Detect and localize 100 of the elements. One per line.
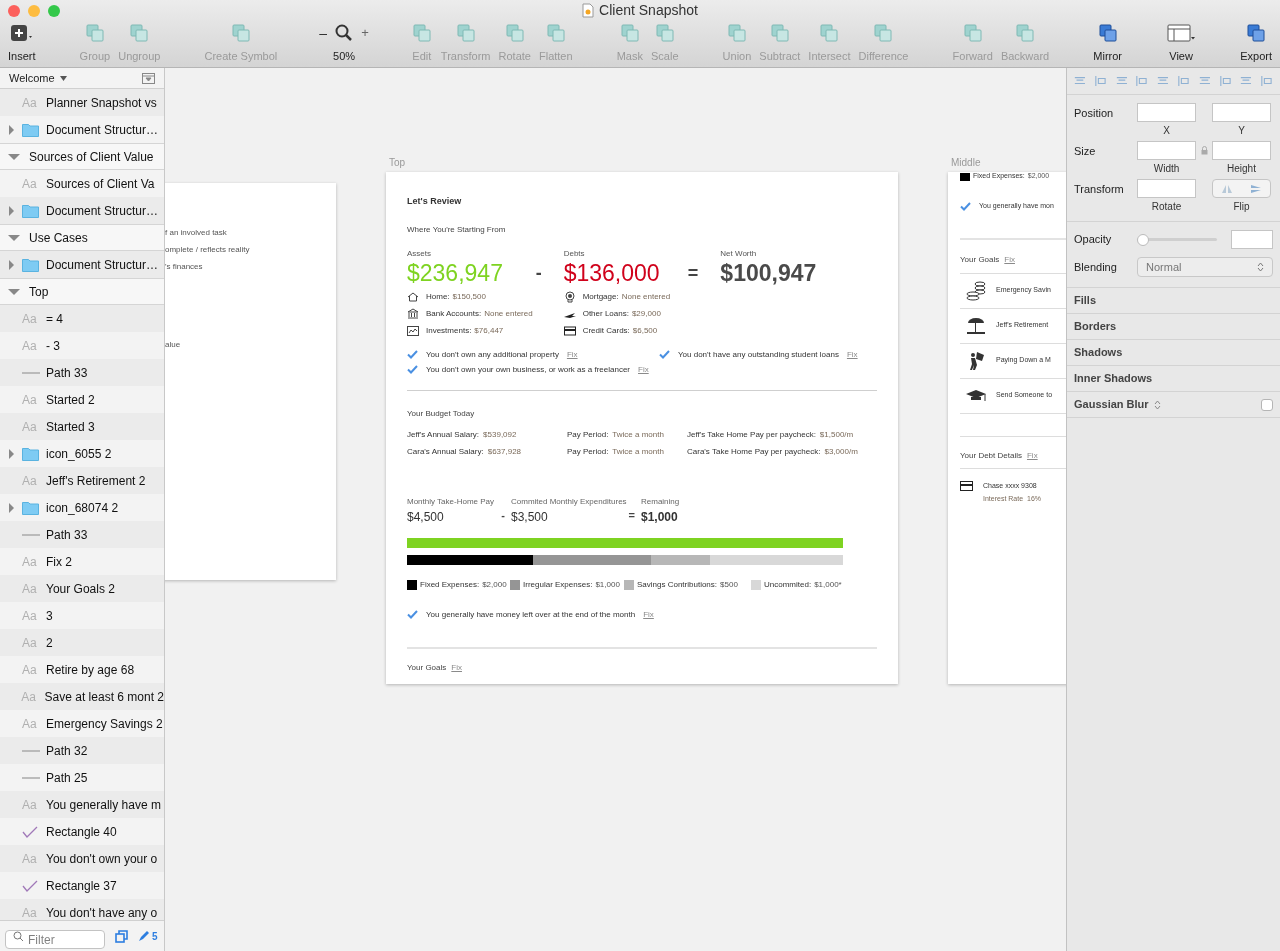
section-heading: Your Goals xyxy=(960,253,1000,266)
layer-row[interactable]: Aa Planner Snapshot vs xyxy=(0,89,164,116)
lock-icon[interactable] xyxy=(1200,146,1208,155)
item-label: Investments: xyxy=(426,324,472,337)
artboard-row[interactable]: Top xyxy=(0,278,164,305)
align-icon[interactable] xyxy=(1094,74,1107,88)
layer-row[interactable]: Path 33 xyxy=(0,521,164,548)
field-caption: Y xyxy=(1238,124,1245,138)
monthly-caption: Commited Monthly Expenditures xyxy=(511,495,627,508)
budget-value: $1,500/m xyxy=(819,428,854,441)
layer-row[interactable]: Aa Your Goals 2 xyxy=(0,575,164,602)
layer-name: Path 32 xyxy=(46,742,88,760)
toolbar-button[interactable]: Export xyxy=(1238,21,1274,65)
check-icon xyxy=(22,879,38,892)
number-field[interactable] xyxy=(1137,141,1196,160)
artboard-row[interactable]: Sources of Client Value xyxy=(0,143,164,170)
section-title[interactable]: Gaussian Blur xyxy=(1074,396,1149,413)
budget-value: $3,000/m xyxy=(824,445,858,458)
layer-row[interactable]: Path 32 xyxy=(0,737,164,764)
check-text: You don't own your own business, or work as a freelancer xyxy=(426,363,630,376)
note-text: alue xyxy=(165,339,182,351)
section-title[interactable]: Inner Shadows xyxy=(1074,370,1153,387)
layer-row[interactable]: Aa Started 3 xyxy=(0,413,164,440)
align-icon[interactable] xyxy=(1219,74,1232,88)
fix-link[interactable]: Fix xyxy=(846,348,858,361)
layer-row[interactable]: Aa 2 xyxy=(0,629,164,656)
collapsed-triangle-icon[interactable] xyxy=(7,501,15,514)
note-text: omplete / reflects reality xyxy=(165,244,251,256)
layer-row[interactable]: Aa You don't have any o xyxy=(0,899,164,920)
layer-row[interactable]: Document Structur… xyxy=(0,251,164,278)
page-selector[interactable]: Welcome xyxy=(9,69,67,87)
fix-link[interactable]: Fix xyxy=(451,661,462,674)
layer-name: 2 xyxy=(46,634,53,652)
stepper-icon xyxy=(1257,262,1264,272)
line-icon xyxy=(22,533,40,536)
number-field[interactable] xyxy=(1212,141,1271,160)
layer-row[interactable]: Path 33 xyxy=(0,359,164,386)
squares-icon xyxy=(768,23,791,43)
toolbar-button[interactable]: View xyxy=(1164,21,1199,65)
expanded-triangle-icon[interactable] xyxy=(7,287,21,296)
collapsed-triangle-icon[interactable] xyxy=(7,204,15,217)
stepper-icon[interactable] xyxy=(1153,399,1161,410)
edit-count: 5 xyxy=(152,929,158,944)
toolbar-button[interactable]: Mirror xyxy=(1091,21,1124,65)
number-field[interactable] xyxy=(1137,179,1196,198)
expanded-triangle-icon[interactable] xyxy=(7,152,21,161)
fix-link[interactable]: Fix xyxy=(643,608,654,621)
number-field[interactable] xyxy=(1137,103,1196,122)
checkbox[interactable] xyxy=(1261,398,1273,411)
fix-link[interactable]: Fix xyxy=(1004,253,1015,266)
item-label: Mortgage: xyxy=(582,290,619,303)
blending-select[interactable]: Normal xyxy=(1137,257,1273,277)
align-icon[interactable] xyxy=(1178,74,1190,88)
zoom-button[interactable] xyxy=(48,4,60,17)
artboard-label: Top xyxy=(389,156,406,170)
property-label: Opacity xyxy=(1074,232,1113,248)
text-layer-glyph: Aa xyxy=(21,688,37,706)
fix-link[interactable]: Fix xyxy=(566,348,578,361)
toolbar-button[interactable]: Insert xyxy=(6,21,38,65)
layer-name: You generally have m xyxy=(46,796,161,814)
item-label: Bank Accounts: xyxy=(426,307,482,320)
align-icon[interactable] xyxy=(1136,74,1149,88)
zoom-in-button[interactable]: + xyxy=(361,23,369,43)
layer-name: Jeff's Retirement 2 xyxy=(46,472,146,490)
monthly-caption: Remaining xyxy=(641,495,680,508)
filter-field[interactable]: Filter xyxy=(5,930,105,949)
expanded-triangle-icon[interactable] xyxy=(7,233,21,242)
text-layer-glyph: Aa xyxy=(22,391,38,409)
fix-link[interactable]: Fix xyxy=(638,363,649,376)
close-button[interactable] xyxy=(8,4,20,17)
pencil-icon[interactable] xyxy=(138,930,150,942)
collapse-icon[interactable] xyxy=(142,72,155,84)
fix-link[interactable]: Fix xyxy=(1026,449,1038,462)
opacity-slider[interactable] xyxy=(1137,233,1217,246)
collapsed-triangle-icon[interactable] xyxy=(7,447,15,460)
collapsed-triangle-icon[interactable] xyxy=(7,123,15,136)
section-title[interactable]: Shadows xyxy=(1074,344,1123,361)
text-layer-glyph: Aa xyxy=(22,661,38,679)
flip-buttons[interactable] xyxy=(1212,179,1271,198)
legend-value: $500 xyxy=(720,578,738,591)
copy-icon[interactable] xyxy=(115,929,128,943)
layer-row[interactable]: Aa Save at least 6 mont 2 xyxy=(0,683,164,710)
opacity-field[interactable] xyxy=(1231,230,1273,249)
align-icon[interactable] xyxy=(1261,74,1273,88)
section-title[interactable]: Fills xyxy=(1074,292,1096,309)
review-title: Let's Review xyxy=(407,195,463,208)
squares-icon xyxy=(961,23,984,43)
minimize-button[interactable] xyxy=(28,4,40,17)
layer-row[interactable]: Aa = 4 xyxy=(0,305,164,332)
section-title[interactable]: Borders xyxy=(1074,318,1117,335)
layer-row[interactable]: Aa Jeff's Retirement 2 xyxy=(0,467,164,494)
layer-row[interactable]: Document Structur… xyxy=(0,197,164,224)
layer-row[interactable]: Aa You generally have m xyxy=(0,791,164,818)
field-caption: Flip xyxy=(1233,200,1250,214)
zoom-out-button[interactable]: – xyxy=(319,22,328,44)
layer-row[interactable]: Aa You don't own your o xyxy=(0,845,164,872)
item-value: $6,500 xyxy=(632,324,658,337)
collapsed-triangle-icon[interactable] xyxy=(7,258,15,271)
number-field[interactable] xyxy=(1212,103,1271,122)
artboard-row[interactable]: Use Cases xyxy=(0,224,164,251)
